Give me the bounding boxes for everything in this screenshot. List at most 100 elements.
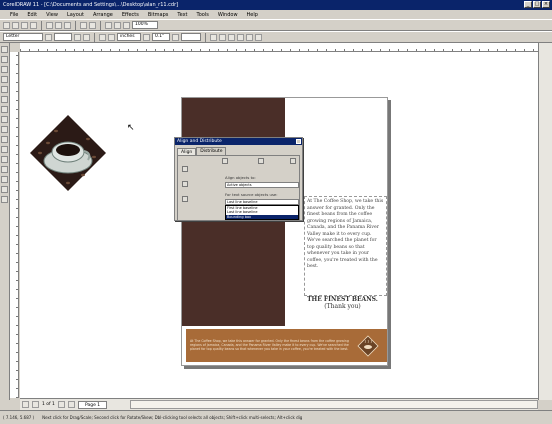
interactive-blend-tool-icon[interactable] — [1, 156, 8, 163]
snap-guidelines-icon[interactable] — [219, 33, 226, 41]
last-page-icon[interactable] — [67, 401, 75, 408]
first-page-icon[interactable] — [22, 401, 29, 408]
portrait-icon[interactable] — [74, 33, 81, 41]
duplicate-distance-field[interactable] — [181, 33, 201, 41]
menu-bitmaps[interactable]: Bitmaps — [148, 12, 169, 18]
application-launcher-icon[interactable] — [123, 21, 130, 29]
text-source-dropdown-list: First line baseline Last line baseline B… — [225, 205, 299, 220]
body-copy-text[interactable]: At The Coffee Shop, we take this answer … — [304, 196, 387, 296]
align-center-h-checkbox[interactable] — [258, 158, 264, 164]
open-icon[interactable] — [12, 21, 19, 29]
vertical-scrollbar[interactable] — [538, 43, 552, 400]
coffee-cup-image[interactable] — [28, 113, 108, 193]
duplicate-distance-icon — [172, 33, 179, 41]
text-tool-icon[interactable] — [1, 146, 8, 153]
print-icon[interactable] — [30, 21, 37, 29]
close-button[interactable]: × — [542, 1, 550, 8]
footer-copy-text: At The Coffee Shop, we take this answer … — [190, 339, 349, 352]
horizontal-ruler[interactable] — [20, 43, 538, 52]
polygon-tool-icon[interactable] — [1, 126, 8, 133]
all-pages-icon[interactable] — [99, 33, 106, 41]
vertical-ruler[interactable] — [10, 52, 19, 398]
landscape-icon[interactable] — [83, 33, 90, 41]
fill-tool-icon[interactable] — [1, 186, 8, 193]
menu-help[interactable]: Help — [247, 12, 258, 18]
page-tab[interactable]: Page 1 — [77, 400, 108, 409]
align-objects-to-label: Align objects to: — [225, 175, 256, 180]
headline-line-2: (Thank you) — [324, 303, 361, 310]
paper-width-field[interactable] — [54, 33, 72, 41]
outline-tool-icon[interactable] — [1, 176, 8, 183]
interactive-fill-tool-icon[interactable] — [1, 196, 8, 203]
align-top-checkbox[interactable] — [182, 166, 188, 172]
pick-tool-icon[interactable] — [1, 46, 8, 53]
menu-edit[interactable]: Edit — [27, 12, 37, 18]
dialog-titlebar[interactable]: Align and Distribute — [175, 138, 302, 145]
dialog-body: Align objects to: Active objects For tex… — [177, 155, 300, 221]
smart-fill-tool-icon[interactable] — [1, 96, 8, 103]
separator — [94, 32, 95, 42]
separator — [100, 20, 101, 30]
shape-tool-icon[interactable] — [1, 56, 8, 63]
export-icon[interactable] — [114, 21, 121, 29]
prev-page-icon[interactable] — [32, 401, 39, 408]
menu-text[interactable]: Text — [177, 12, 187, 18]
units-select[interactable]: inches — [117, 33, 141, 41]
dialog-close-button[interactable] — [296, 139, 301, 144]
menu-arrange[interactable]: Arrange — [93, 12, 113, 18]
options-icon[interactable] — [255, 33, 262, 41]
treat-as-filled-icon[interactable] — [246, 33, 253, 41]
align-distribute-dialog: Align and Distribute Align Distribute Al… — [174, 137, 303, 221]
maximize-button[interactable]: □ — [533, 1, 541, 8]
cursor-coordinates: ( 7.146, 5.687 ) — [3, 415, 35, 420]
page-navigator: 1 of 1 Page 1 — [20, 398, 538, 410]
eyedropper-tool-icon[interactable] — [1, 166, 8, 173]
option-bounding-box[interactable]: Bounding box — [226, 214, 298, 219]
dialog-tabs: Align Distribute — [175, 145, 302, 156]
cut-icon[interactable] — [46, 21, 53, 29]
import-icon[interactable] — [105, 21, 112, 29]
menu-layout[interactable]: Layout — [67, 12, 84, 18]
menu-file[interactable]: File — [10, 12, 18, 18]
toolbox — [0, 43, 10, 400]
menu-bar: File Edit View Layout Arrange Effects Bi… — [0, 10, 552, 19]
separator — [205, 32, 206, 42]
dynamic-guides-icon[interactable] — [237, 33, 244, 41]
separator — [75, 20, 76, 30]
headline[interactable]: THE FINEST BEANS. (Thank you) — [296, 296, 389, 310]
align-bottom-checkbox[interactable] — [182, 196, 188, 202]
menu-view[interactable]: View — [46, 12, 58, 18]
basic-shapes-tool-icon[interactable] — [1, 136, 8, 143]
align-center-checkbox[interactable] — [182, 181, 188, 187]
menu-window[interactable]: Window — [218, 12, 238, 18]
copy-icon[interactable] — [55, 21, 62, 29]
menu-tools[interactable]: Tools — [197, 12, 209, 18]
redo-icon[interactable] — [89, 21, 96, 29]
ellipse-tool-icon[interactable] — [1, 116, 8, 123]
zoom-tool-icon[interactable] — [1, 76, 8, 83]
rectangle-tool-icon[interactable] — [1, 106, 8, 113]
crop-tool-icon[interactable] — [1, 66, 8, 73]
nudge-field[interactable]: 0.1" — [152, 33, 170, 41]
freehand-tool-icon[interactable] — [1, 86, 8, 93]
snap-objects-icon[interactable] — [228, 33, 235, 41]
for-text-source-label: For text source objects use: — [225, 192, 278, 197]
window-titlebar: CorelDRAW 11 - [C:\Documents and Setting… — [0, 0, 552, 10]
next-page-icon[interactable] — [57, 401, 65, 408]
align-right-checkbox[interactable] — [290, 158, 296, 164]
align-objects-to-select[interactable]: Active objects — [225, 182, 299, 188]
minimize-button[interactable]: _ — [524, 1, 532, 8]
current-page-icon[interactable] — [108, 33, 115, 41]
zoom-level-field[interactable]: 100% — [132, 21, 158, 29]
new-icon[interactable] — [3, 21, 10, 29]
footer-bar[interactable]: At The Coffee Shop, we take this answer … — [186, 329, 387, 362]
paste-icon[interactable] — [64, 21, 71, 29]
menu-effects[interactable]: Effects — [122, 12, 139, 18]
paper-type-select[interactable]: Letter — [3, 33, 43, 41]
tab-distribute[interactable]: Distribute — [196, 147, 227, 155]
undo-icon[interactable] — [80, 21, 87, 29]
horizontal-scrollbar[interactable] — [130, 400, 538, 409]
snap-grid-icon[interactable] — [210, 33, 217, 41]
save-icon[interactable] — [21, 21, 28, 29]
align-left-checkbox[interactable] — [222, 158, 228, 164]
